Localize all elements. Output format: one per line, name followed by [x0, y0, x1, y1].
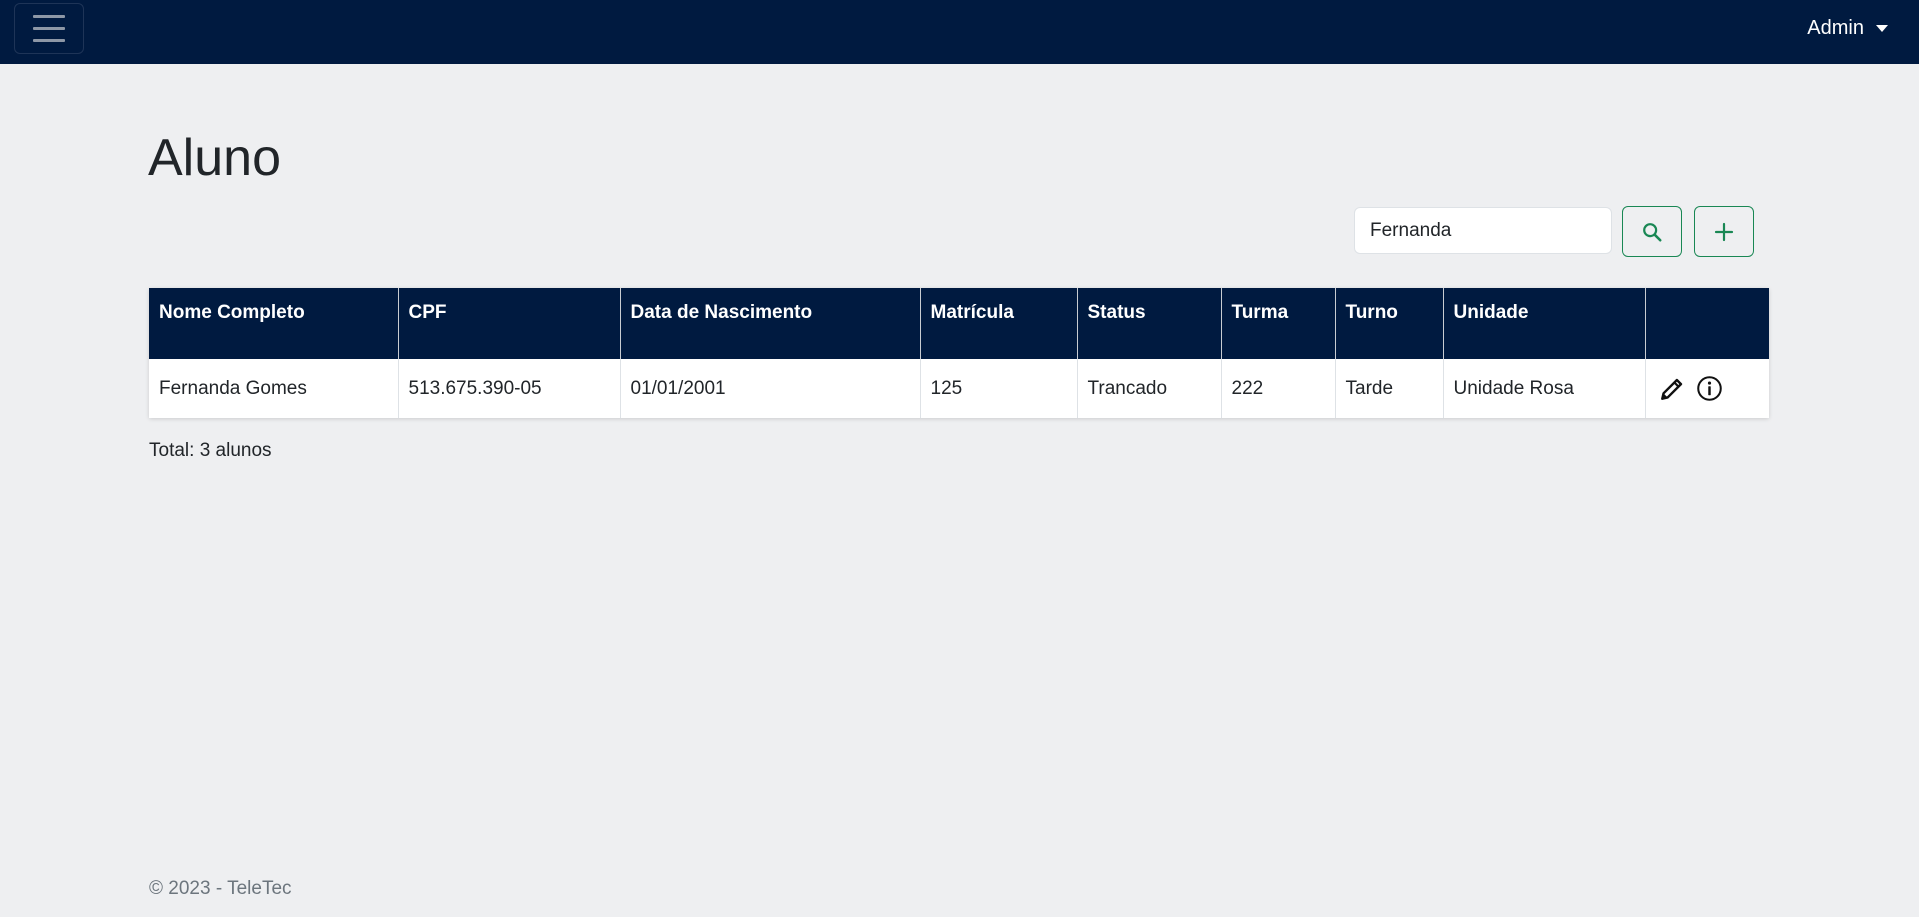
column-header-unidade[interactable]: Unidade	[1443, 288, 1646, 359]
hamburger-icon	[33, 15, 65, 18]
user-menu-dropdown[interactable]: Admin	[1807, 17, 1888, 40]
edit-button[interactable]	[1658, 375, 1686, 403]
cell-nome: Fernanda Gomes	[149, 359, 399, 418]
students-table: Nome Completo CPF Data de Nascimento Mat…	[149, 288, 1769, 418]
column-header-turno[interactable]: Turno	[1335, 288, 1444, 359]
info-button[interactable]	[1696, 375, 1724, 403]
menu-toggle-button[interactable]	[14, 3, 84, 54]
cell-cpf: 513.675.390-05	[398, 359, 621, 418]
table-row: Fernanda Gomes 513.675.390-05 01/01/2001…	[149, 359, 1769, 418]
add-student-button[interactable]	[1694, 206, 1754, 257]
column-header-turma[interactable]: Turma	[1221, 288, 1336, 359]
cell-matricula: 125	[920, 359, 1078, 418]
cell-actions	[1645, 359, 1769, 418]
cell-status: Trancado	[1077, 359, 1222, 418]
cell-turma: 222	[1221, 359, 1336, 418]
column-header-nome[interactable]: Nome Completo	[149, 288, 399, 359]
column-header-nascimento[interactable]: Data de Nascimento	[620, 288, 921, 359]
cell-unidade: Unidade Rosa	[1443, 359, 1646, 418]
cell-nascimento: 01/01/2001	[620, 359, 921, 418]
footer-copyright: © 2023 - TeleTec	[149, 878, 292, 899]
total-count: Total: 3 alunos	[149, 440, 272, 461]
plus-icon	[1714, 222, 1734, 241]
search-icon	[1643, 222, 1662, 242]
search-button[interactable]	[1622, 206, 1682, 257]
row-actions	[1656, 375, 1760, 403]
info-circle-icon	[1697, 376, 1722, 401]
user-menu-label: Admin	[1807, 17, 1864, 39]
top-navbar: Admin	[0, 0, 1919, 64]
column-header-status[interactable]: Status	[1077, 288, 1222, 359]
hamburger-icon	[33, 39, 65, 42]
pencil-icon	[1660, 378, 1682, 400]
page-title: Aluno	[148, 129, 281, 187]
search-input[interactable]	[1354, 207, 1612, 254]
table-header-row: Nome Completo CPF Data de Nascimento Mat…	[149, 288, 1769, 359]
column-header-matricula[interactable]: Matrícula	[920, 288, 1078, 359]
column-header-cpf[interactable]: CPF	[398, 288, 621, 359]
hamburger-icon	[33, 27, 65, 30]
cell-turno: Tarde	[1335, 359, 1444, 418]
column-header-actions	[1645, 288, 1769, 359]
caret-down-icon	[1876, 25, 1888, 32]
